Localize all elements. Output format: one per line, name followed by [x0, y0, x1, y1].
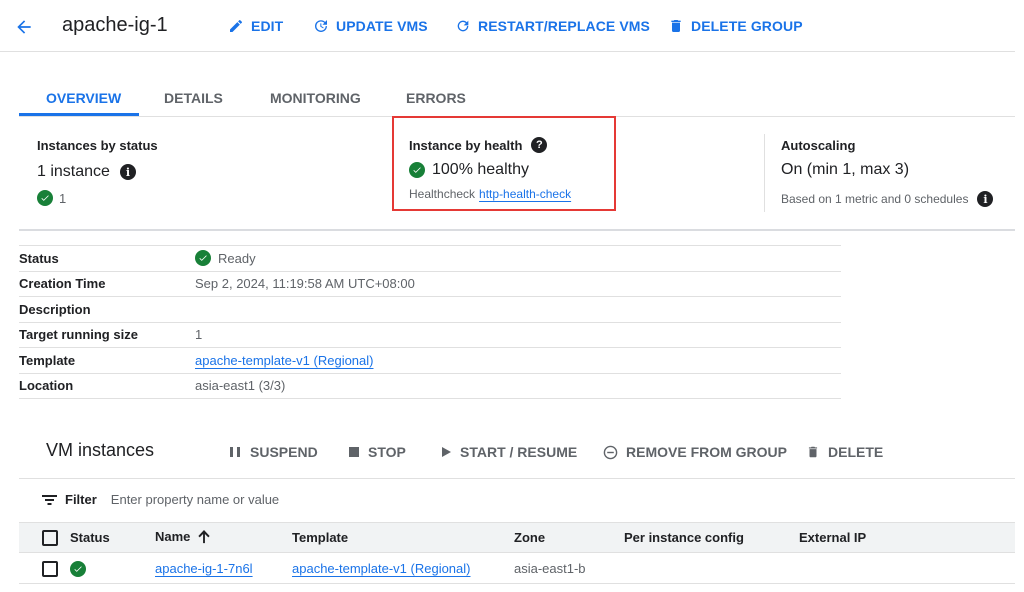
restart-replace-label: RESTART/REPLACE VMS [478, 18, 650, 34]
instance-zone: asia-east1-b [514, 561, 586, 576]
health-card-heading: Instance by health [409, 137, 523, 153]
edit-button[interactable]: EDIT [228, 18, 283, 34]
healthcheck-label: Healthcheck [409, 187, 476, 201]
column-header-template[interactable]: Template [292, 530, 348, 545]
start-resume-button[interactable]: START / RESUME [440, 444, 577, 460]
sort-ascending-arrow-icon[interactable] [197, 529, 211, 544]
card-divider [764, 134, 765, 212]
pencil-icon [230, 19, 243, 32]
column-header-per-instance-config[interactable]: Per instance config [624, 530, 744, 545]
status-card-heading: Instances by status [37, 138, 158, 153]
health-card-heading-row: Instance by health ? [409, 137, 548, 153]
filter-bar[interactable]: Filter Enter property name or value [42, 492, 279, 507]
property-key: Description [19, 301, 91, 317]
stop-button[interactable]: STOP [348, 444, 406, 460]
page-title: apache-ig-1 [62, 14, 168, 36]
play-icon [442, 447, 451, 457]
edit-label: EDIT [251, 18, 284, 34]
check-circle-icon [37, 190, 53, 206]
suspend-label: SUSPEND [250, 444, 318, 460]
property-value: asia-east1 (3/3) [195, 378, 286, 394]
restart-replace-button[interactable]: RESTART/REPLACE VMS [455, 18, 650, 34]
property-row-location: Location asia-east1 (3/3) [19, 374, 841, 399]
vm-section-divider [19, 478, 1015, 479]
property-row-description: Description [19, 297, 841, 323]
tab-details[interactable]: DETAILS [164, 90, 223, 106]
delete-group-button[interactable]: DELETE GROUP [668, 18, 803, 34]
trash-icon [808, 446, 818, 458]
pause-icon [230, 447, 240, 457]
info-icon[interactable]: i [119, 164, 136, 180]
property-row-status: Status Ready [19, 246, 841, 272]
remove-from-group-button[interactable]: REMOVE FROM GROUP [603, 444, 787, 460]
healthcheck-link[interactable]: http-health-check [479, 187, 571, 201]
update-icon [315, 20, 327, 32]
autoscaling-note-row: Based on 1 metric and 0 schedules i [781, 191, 994, 207]
autoscaling-note: Based on 1 metric and 0 schedules [781, 192, 969, 206]
property-key: Target running size [19, 327, 138, 343]
filter-input[interactable]: Enter property name or value [111, 492, 279, 507]
remove-from-group-label: REMOVE FROM GROUP [626, 444, 788, 460]
check-circle-icon [195, 250, 211, 267]
delete-button[interactable]: DELETE [806, 444, 883, 460]
health-percent-row: 100% healthy [409, 161, 529, 179]
healthcheck-row: Healthcheck http-health-check [409, 187, 571, 201]
remove-circle-icon [603, 445, 618, 459]
back-button[interactable] [14, 17, 34, 37]
property-row-target-size: Target running size 1 [19, 323, 841, 348]
property-row-template: Template apache-template-v1 (Regional) [19, 348, 841, 374]
column-header-status[interactable]: Status [70, 530, 110, 545]
column-header-name-label: Name [155, 529, 191, 544]
check-circle-icon [409, 162, 425, 178]
help-icon[interactable]: ? [531, 137, 548, 153]
healthy-count: 1 [59, 190, 67, 206]
info-icon[interactable]: i [977, 191, 994, 207]
start-resume-label: START / RESUME [460, 444, 578, 460]
trash-icon [671, 20, 681, 32]
instance-count: 1 instance [37, 163, 110, 180]
header-divider [0, 51, 1015, 52]
autoscaling-value: On (min 1, max 3) [781, 161, 910, 178]
update-vms-label: UPDATE VMS [336, 18, 428, 34]
row-checkbox[interactable] [42, 561, 58, 577]
update-vms-button[interactable]: UPDATE VMS [313, 18, 428, 34]
healthy-status-row: 1 [37, 190, 66, 206]
template-link[interactable]: apache-template-v1 (Regional) [195, 353, 373, 368]
instance-template-link[interactable]: apache-template-v1 (Regional) [292, 561, 470, 576]
tab-errors[interactable]: ERRORS [406, 90, 466, 106]
column-header-external-ip[interactable]: External IP [799, 530, 866, 545]
status-value: Ready [218, 250, 256, 266]
summary-divider [19, 229, 1015, 231]
property-key: Template [19, 352, 76, 368]
property-row-creation-time: Creation Time Sep 2, 2024, 11:19:58 AM U… [19, 272, 841, 297]
property-value: Ready [195, 250, 256, 267]
property-value: Sep 2, 2024, 11:19:58 AM UTC+08:00 [195, 276, 415, 292]
instance-name-link[interactable]: apache-ig-1-7n6l [155, 561, 253, 576]
delete-label: DELETE [828, 444, 884, 460]
filter-icon [42, 494, 57, 505]
autoscaling-heading: Autoscaling [781, 138, 856, 153]
property-key: Status [19, 250, 59, 266]
tab-monitoring[interactable]: MONITORING [270, 90, 361, 106]
refresh-icon [457, 20, 469, 32]
vm-instances-title: VM instances [46, 440, 155, 460]
property-value: 1 [195, 327, 203, 343]
stop-icon [349, 447, 359, 457]
check-circle-icon [70, 561, 86, 577]
suspend-button[interactable]: SUSPEND [228, 444, 318, 460]
column-header-zone[interactable]: Zone [514, 530, 545, 545]
select-all-checkbox[interactable] [42, 530, 58, 546]
stop-label: STOP [368, 444, 406, 460]
column-header-name[interactable]: Name [155, 529, 211, 544]
delete-group-label: DELETE GROUP [691, 18, 803, 34]
tab-overview[interactable]: OVERVIEW [46, 90, 121, 106]
filter-label: Filter [65, 492, 97, 507]
health-percent: 100% healthy [432, 161, 529, 178]
property-key: Creation Time [19, 276, 106, 292]
instance-count-row: 1 instance i [37, 163, 136, 181]
property-key: Location [19, 378, 74, 394]
back-arrow-icon [17, 20, 31, 34]
